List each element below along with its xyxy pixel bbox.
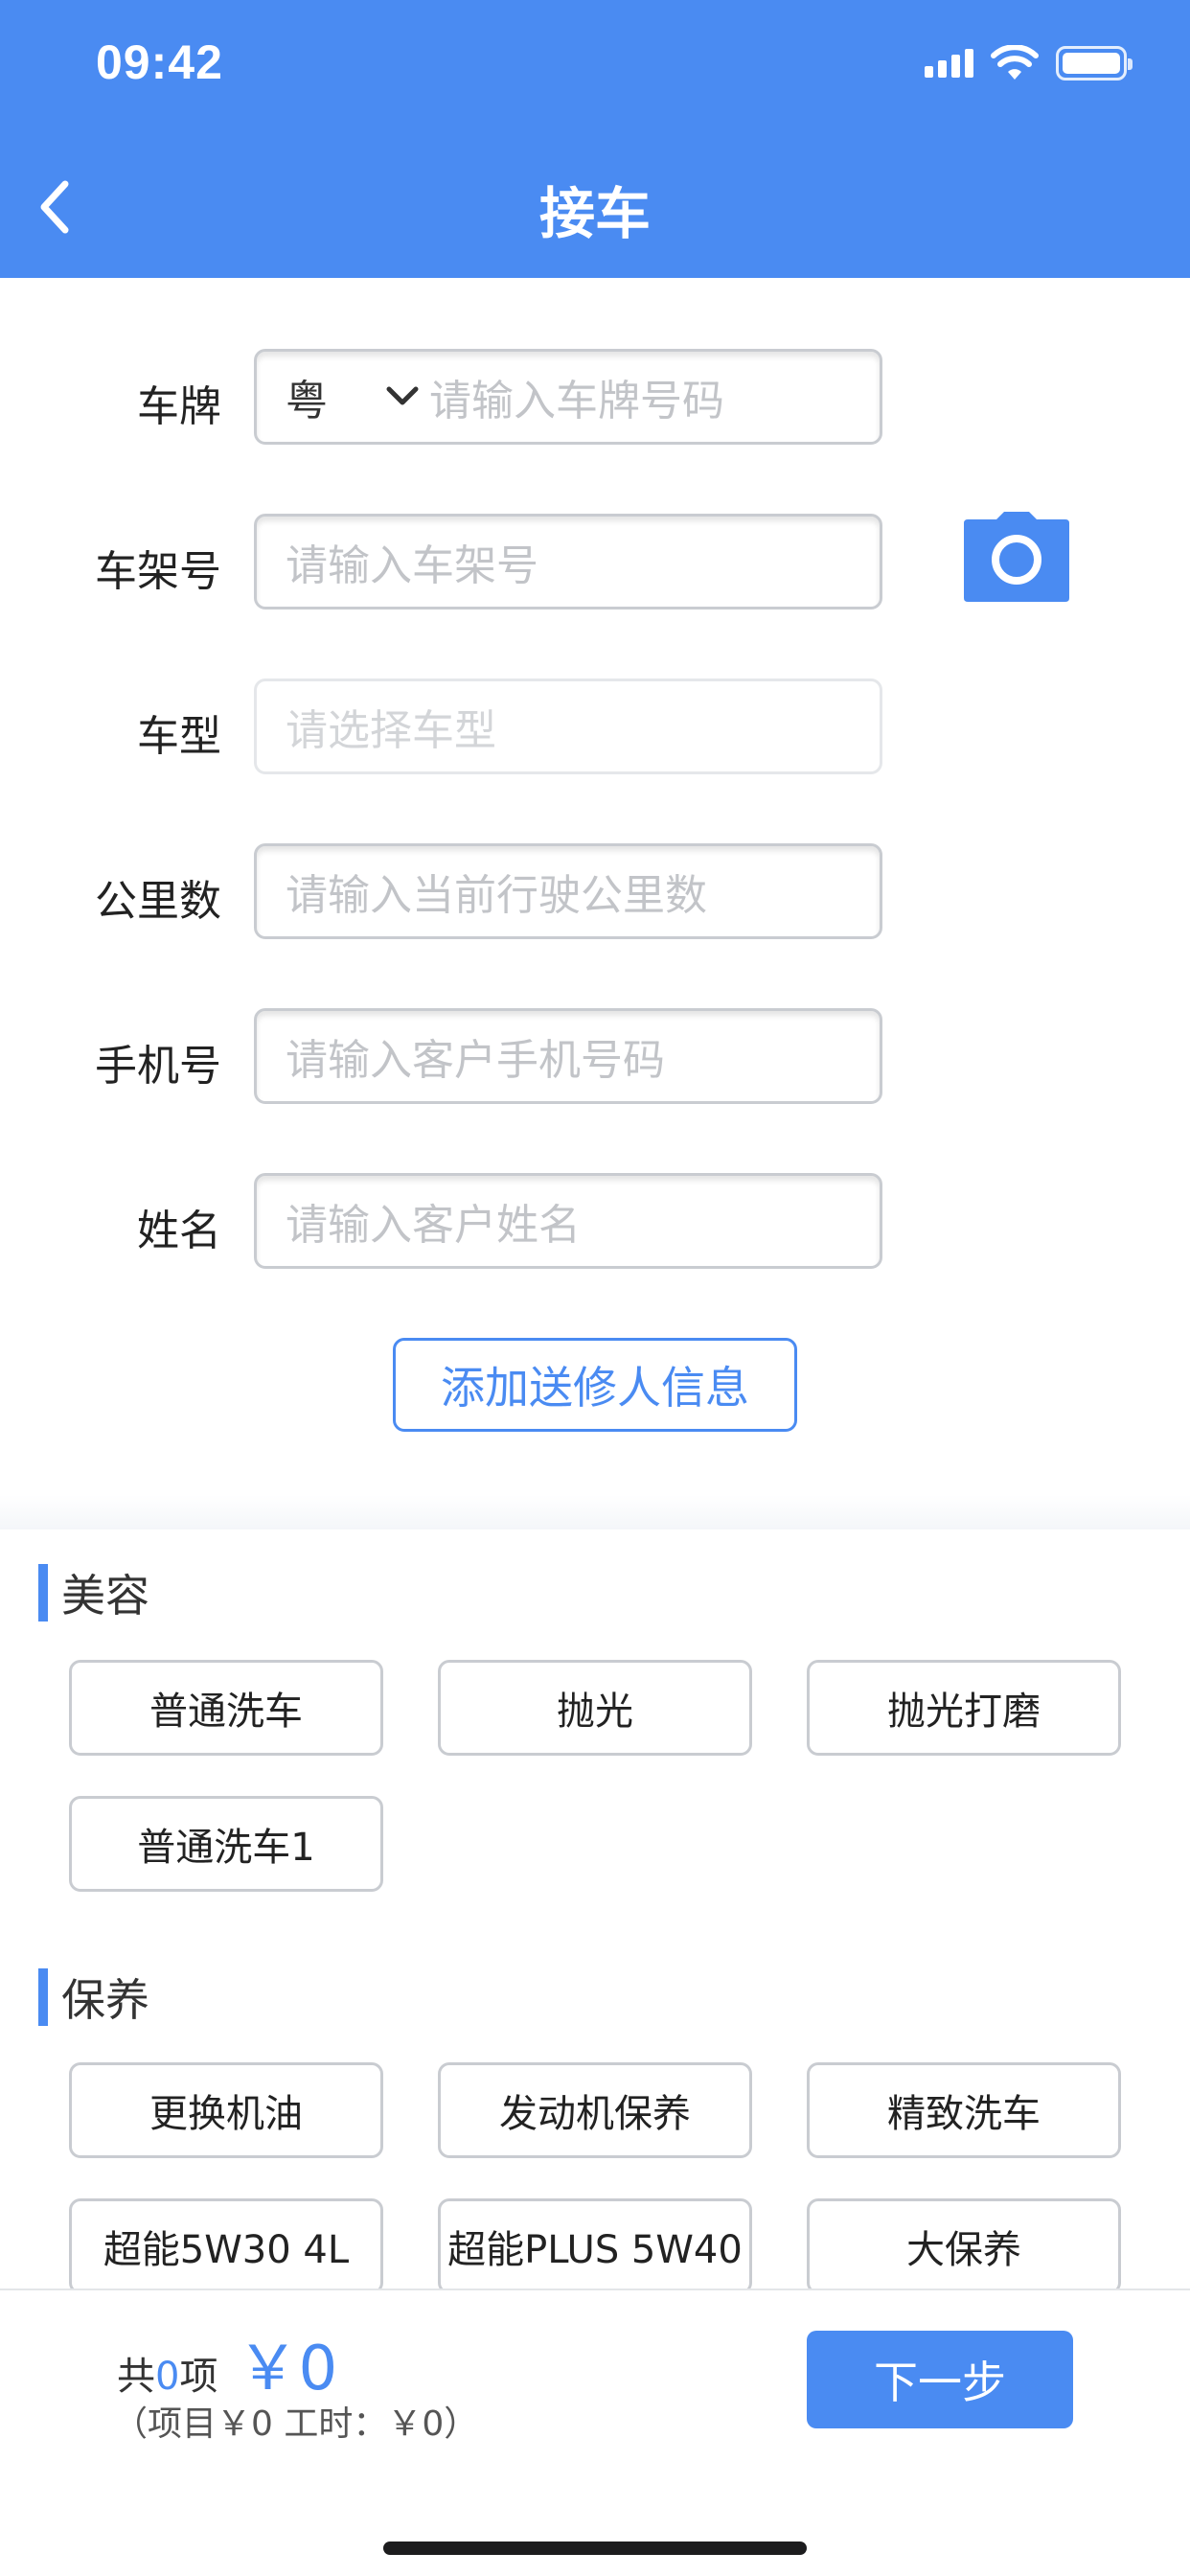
wifi-icon <box>991 45 1039 80</box>
status-time: 09:42 <box>96 35 223 89</box>
service-chip[interactable]: 抛光打磨 <box>807 1660 1121 1756</box>
mileage-input[interactable]: 请输入当前行驶公里数 <box>254 843 882 939</box>
mileage-placeholder: 请输入当前行驶公里数 <box>286 871 707 920</box>
plate-input[interactable]: 粤 请输入车牌号码 <box>254 349 882 445</box>
vin-input[interactable]: 请输入车架号 <box>254 514 882 610</box>
section-accent-bar <box>38 1968 48 2026</box>
model-select[interactable]: 请选择车型 <box>254 678 882 774</box>
mileage-label: 公里数 <box>95 877 221 926</box>
service-chip[interactable]: 精致洗车 <box>807 2062 1121 2158</box>
signal-icon <box>925 49 973 78</box>
service-chip[interactable]: 大保养 <box>807 2198 1121 2294</box>
section-header-maintenance: 保养 <box>38 1966 149 2028</box>
model-label: 车型 <box>137 712 221 761</box>
section-accent-bar <box>38 1564 48 1622</box>
page: 09:42 接车 车牌 粤 请输入车牌号码 车架号 请输入车架号 车型 请选择车… <box>0 0 1190 2576</box>
phone-placeholder: 请输入客户手机号码 <box>286 1036 665 1085</box>
mileage-row: 公里数 请输入当前行驶公里数 <box>0 843 1190 939</box>
next-step-button[interactable]: 下一步 <box>807 2331 1073 2428</box>
service-chip[interactable]: 抛光 <box>438 1660 752 1756</box>
name-input[interactable]: 请输入客户姓名 <box>254 1173 882 1269</box>
total-amount: ￥0 <box>237 2334 338 2404</box>
add-sender-button[interactable]: 添加送修人信息 <box>393 1338 797 1432</box>
service-chip[interactable]: 超能PLUS 5W40 <box>438 2198 752 2294</box>
phone-input[interactable]: 请输入客户手机号码 <box>254 1008 882 1104</box>
model-placeholder: 请选择车型 <box>286 706 496 755</box>
item-count: 0 <box>155 2355 180 2399</box>
plate-label: 车牌 <box>137 382 221 431</box>
bottom-bar: 共 0 项 ￥0 （项目￥0 工时：￥0） 下一步 <box>0 2288 1190 2576</box>
header: 09:42 接车 <box>0 0 1190 278</box>
plate-row: 车牌 粤 请输入车牌号码 <box>0 349 1190 445</box>
name-label: 姓名 <box>137 1207 221 1255</box>
status-icons <box>925 42 1133 84</box>
service-chip[interactable]: 更换机油 <box>69 2062 383 2158</box>
section-header-beauty: 美容 <box>38 1562 149 1623</box>
total-summary: 共 0 项 ￥0 <box>117 2319 337 2407</box>
home-indicator <box>383 2542 807 2555</box>
service-chip[interactable]: 普通洗车1 <box>69 1796 383 1892</box>
plate-placeholder: 请输入车牌号码 <box>429 377 724 426</box>
total-prefix: 共 <box>117 2355 155 2399</box>
model-row: 车型 请选择车型 <box>0 678 1190 774</box>
section-divider <box>0 1495 1190 1530</box>
vin-label: 车架号 <box>95 547 221 596</box>
name-row: 姓名 请输入客户姓名 <box>0 1173 1190 1269</box>
chevron-down-icon[interactable] <box>381 376 423 418</box>
battery-icon <box>1056 46 1133 80</box>
page-title: 接车 <box>538 181 651 246</box>
service-chip[interactable]: 发动机保养 <box>438 2062 752 2158</box>
camera-icon[interactable] <box>962 512 1071 602</box>
name-placeholder: 请输入客户姓名 <box>286 1201 581 1250</box>
section-title: 保养 <box>61 1974 149 2026</box>
service-chip[interactable]: 普通洗车 <box>69 1660 383 1756</box>
price-breakdown: （项目￥0 工时：￥0） <box>113 2404 479 2444</box>
vin-placeholder: 请输入车架号 <box>286 541 538 590</box>
phone-row: 手机号 请输入客户手机号码 <box>0 1008 1190 1104</box>
service-chip[interactable]: 超能5W30 4L <box>69 2198 383 2294</box>
total-suffix: 项 <box>179 2355 218 2399</box>
phone-label: 手机号 <box>95 1042 221 1091</box>
plate-province-select[interactable]: 粤 <box>286 366 381 427</box>
section-title: 美容 <box>61 1570 149 1622</box>
